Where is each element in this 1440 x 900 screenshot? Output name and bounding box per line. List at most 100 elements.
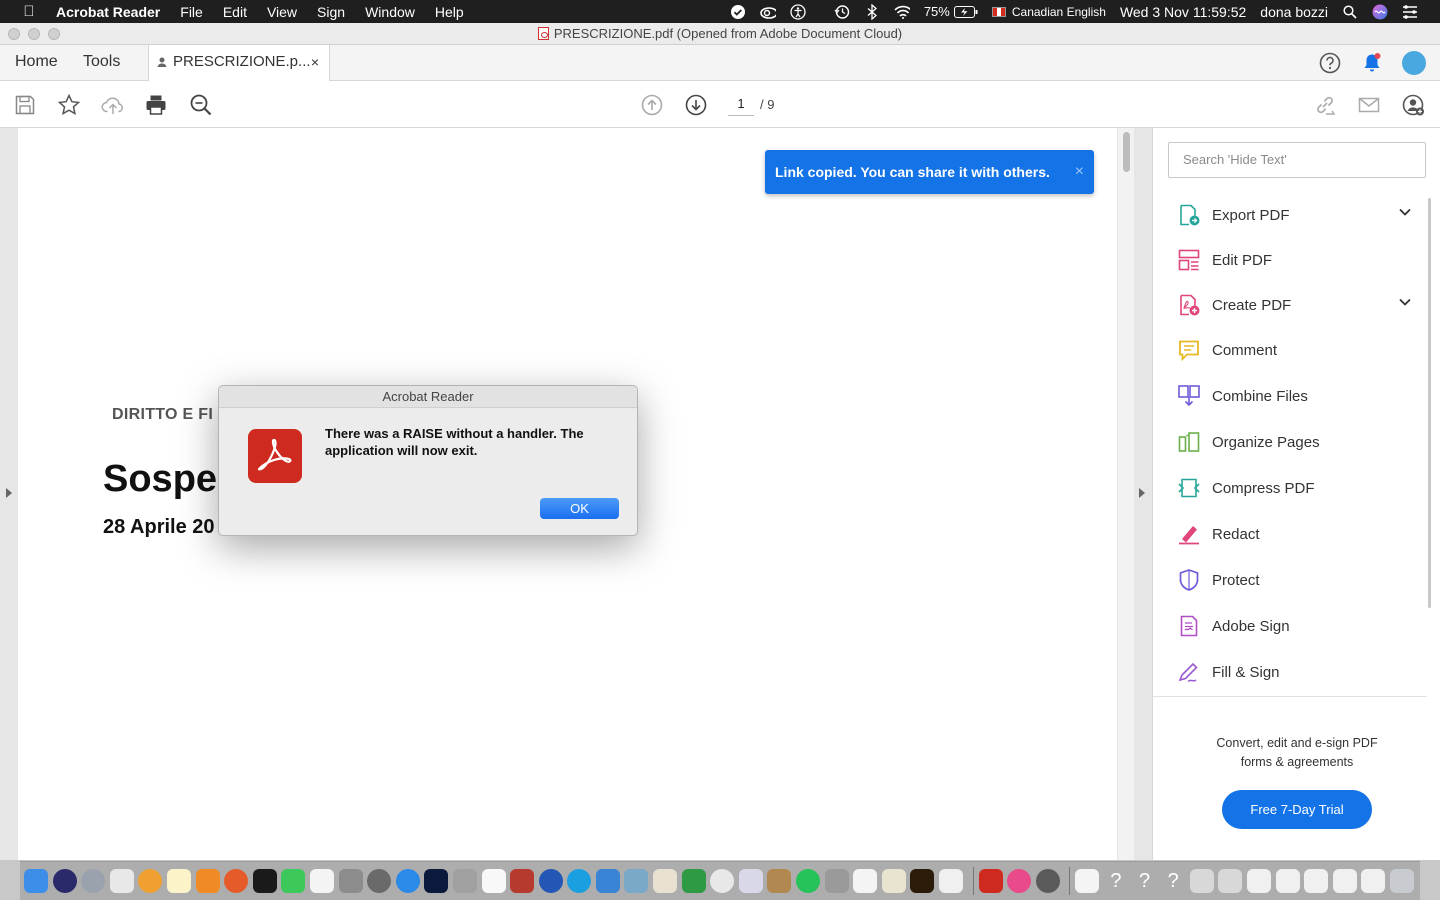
tool-combine-files[interactable]: Combine Files [1177, 381, 1417, 411]
toast-close-icon[interactable]: × [1075, 150, 1084, 194]
bridge-icon[interactable] [910, 869, 935, 893]
calendar-icon[interactable] [853, 869, 878, 893]
photos-icon[interactable] [138, 869, 163, 893]
contacts-icon[interactable] [653, 869, 678, 893]
unknown-app-icon[interactable]: ? [1161, 869, 1185, 893]
page-number-input[interactable]: 1 [728, 96, 754, 116]
books-icon[interactable] [195, 869, 220, 893]
tab-tools[interactable]: Tools [83, 45, 120, 81]
tab-close-icon[interactable]: × [311, 45, 319, 79]
wifi-icon[interactable] [894, 4, 910, 20]
finder-icon[interactable] [24, 869, 48, 893]
previous-page-icon[interactable] [640, 93, 664, 117]
bluetooth-icon[interactable] [864, 3, 880, 20]
accessibility-icon[interactable] [790, 3, 806, 20]
tab-document[interactable]: PRESCRIZIONE.p... × [148, 45, 330, 82]
minimized-window-icon[interactable] [1246, 869, 1271, 893]
minimized-window-icon[interactable] [1304, 869, 1329, 893]
tool-redact[interactable]: Redact [1177, 519, 1417, 549]
minimized-window-icon[interactable] [1332, 869, 1357, 893]
menu-app-name[interactable]: Acrobat Reader [56, 4, 160, 20]
facetime-icon[interactable] [281, 869, 306, 893]
control-center-icon[interactable] [1402, 4, 1418, 20]
unknown-app-icon[interactable]: ? [1104, 869, 1128, 893]
creative-cloud-icon[interactable] [760, 4, 776, 20]
script-editor-icon[interactable] [338, 869, 363, 893]
activity-monitor-icon[interactable] [252, 869, 277, 893]
battery-charging-icon[interactable] [953, 4, 978, 20]
share-link-icon[interactable] [1313, 93, 1337, 117]
itunes-icon[interactable] [1007, 869, 1032, 893]
textedit-icon[interactable] [481, 869, 506, 893]
zoom-search-icon[interactable] [189, 93, 213, 117]
vpn-icon[interactable] [538, 869, 563, 893]
acrobat-reader-dock-icon[interactable] [978, 869, 1003, 893]
menu-view[interactable]: View [267, 4, 297, 20]
siri-dock-icon[interactable] [52, 869, 77, 893]
upload-cloud-icon[interactable] [101, 93, 125, 117]
email-icon[interactable] [1357, 93, 1381, 117]
share-user-icon[interactable] [1401, 93, 1425, 117]
menu-sign[interactable]: Sign [317, 4, 345, 20]
input-source[interactable]: Canadian English [1012, 5, 1106, 19]
reminders-icon[interactable] [309, 869, 334, 893]
menu-edit[interactable]: Edit [223, 4, 247, 20]
image-capture-icon[interactable] [109, 869, 134, 893]
tool-organize-pages[interactable]: Organize Pages [1177, 427, 1417, 457]
firefox-icon[interactable] [224, 869, 249, 893]
right-panel-toggle-icon[interactable] [1139, 488, 1145, 498]
tools-pane-scrollbar[interactable] [1428, 198, 1431, 608]
siri-icon[interactable] [1372, 4, 1388, 20]
skype-icon[interactable] [567, 869, 592, 893]
network-icon[interactable] [595, 869, 620, 893]
clock[interactable]: Wed 3 Nov 11:59:52 [1120, 4, 1246, 20]
safari-icon[interactable] [395, 869, 420, 893]
minimized-window-icon[interactable] [1218, 869, 1243, 893]
print-icon[interactable] [144, 93, 168, 117]
chevron-down-icon[interactable] [1398, 295, 1412, 309]
minimized-window-icon[interactable] [1189, 869, 1214, 893]
tool-fill-sign[interactable]: Fill & Sign [1177, 657, 1417, 687]
scrollbar-thumb[interactable] [1123, 132, 1130, 172]
notes-icon[interactable] [166, 869, 191, 893]
ok-button[interactable]: OK [540, 498, 619, 519]
migration-assistant-icon[interactable] [824, 869, 849, 893]
mail-icon[interactable] [738, 869, 763, 893]
disk-utility-icon[interactable] [367, 869, 392, 893]
left-panel-toggle-icon[interactable] [6, 488, 12, 498]
automator-icon[interactable] [452, 869, 477, 893]
unknown-app-icon[interactable]: ? [1133, 869, 1157, 893]
whatsapp-icon[interactable] [796, 869, 821, 893]
tools-search-input[interactable]: Search 'Hide Text' [1168, 142, 1426, 178]
minimized-window-icon[interactable] [1361, 869, 1386, 893]
help-icon[interactable] [1319, 52, 1341, 74]
dictionary-icon[interactable] [510, 869, 535, 893]
tool-export-pdf[interactable]: Export PDF [1177, 200, 1417, 230]
tab-home[interactable]: Home [15, 45, 58, 81]
launchpad-icon[interactable] [81, 869, 106, 893]
chevron-down-icon[interactable] [1398, 205, 1412, 219]
menu-help[interactable]: Help [435, 4, 464, 20]
menu-window[interactable]: Window [365, 4, 415, 20]
time-machine-icon[interactable] [834, 4, 850, 20]
minimized-window-icon[interactable] [1275, 869, 1300, 893]
checkmark-status-icon[interactable] [730, 4, 746, 20]
tool-compress-pdf[interactable]: Compress PDF [1177, 473, 1417, 503]
system-preferences-icon[interactable] [1035, 869, 1060, 893]
recent-document-icon[interactable] [1075, 869, 1100, 893]
free-trial-button[interactable]: Free 7-Day Trial [1222, 790, 1372, 829]
archive-utility-icon[interactable] [767, 869, 792, 893]
bookmark-star-icon[interactable] [57, 93, 81, 117]
user-name[interactable]: dona bozzi [1260, 4, 1328, 20]
next-page-icon[interactable] [684, 93, 708, 117]
account-avatar-icon[interactable] [1402, 51, 1426, 75]
tool-comment[interactable]: Comment [1177, 335, 1417, 365]
save-icon[interactable] [13, 93, 37, 117]
trash-icon[interactable] [1389, 869, 1414, 893]
minimize-window-button[interactable] [28, 28, 40, 40]
menu-file[interactable]: File [180, 4, 203, 20]
close-window-button[interactable] [8, 28, 20, 40]
tool-create-pdf[interactable]: Create PDF [1177, 290, 1417, 320]
photoshop-icon[interactable] [424, 869, 449, 893]
tool-edit-pdf[interactable]: Edit PDF [1177, 245, 1417, 275]
